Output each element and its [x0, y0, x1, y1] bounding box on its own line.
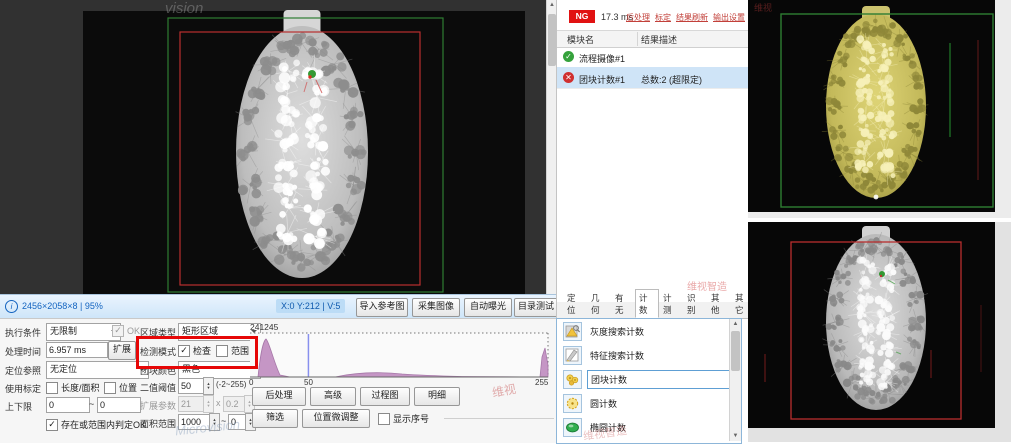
process-time-value: 6.957 ms [46, 342, 108, 358]
scroll-up-icon[interactable]: ▲ [730, 319, 741, 329]
result-row-blobcount[interactable]: ✕ 团块计数#1 总数:2 (超限定) [557, 67, 749, 89]
filter-button[interactable]: 筛选 [252, 409, 298, 428]
col-module-name: 模块名 [567, 33, 594, 46]
advanced-button[interactable]: 高级 [310, 387, 356, 406]
extend-param-input1: 21 [178, 396, 206, 412]
calib-position-checkbox[interactable]: 位置 [104, 381, 137, 394]
main-viewer[interactable]: vision [0, 0, 546, 294]
area-min-input[interactable]: 1000 [178, 414, 212, 430]
import-reference-button[interactable]: 导入参考图 [356, 298, 408, 317]
postprocess-button[interactable]: 后处理 [252, 387, 306, 406]
col-result-desc: 结果描述 [641, 33, 677, 46]
exec-condition-select[interactable]: 无限制 [46, 323, 121, 341]
scroll-down-icon[interactable]: ▼ [730, 431, 741, 441]
tab-recognize[interactable]: 识别 [683, 289, 707, 318]
threshold-range-hint: (-2~255) [216, 380, 246, 389]
scrollbar-thumb[interactable] [548, 14, 556, 66]
main-camera-image[interactable] [0, 0, 546, 294]
tilde: ~ [89, 399, 94, 409]
position-finetune-button[interactable]: 位置微调整 [302, 409, 370, 428]
thumbnail-mask-view[interactable]: 维视 [748, 0, 1011, 218]
calib-length-area-checkbox[interactable]: 长度/面积 [46, 381, 100, 394]
hist-tick-255: 255 [535, 378, 549, 385]
multiply-sign: x [216, 398, 221, 408]
scrollbar-thumb[interactable] [731, 331, 740, 371]
process-time-label: 处理时间 [5, 345, 41, 358]
gray-search-count-icon [563, 322, 582, 341]
circle-count-icon [563, 394, 582, 413]
postprocess-link[interactable]: 后处理 [626, 12, 650, 23]
process-image-button[interactable]: 过程图 [360, 387, 410, 406]
info-icon: i [5, 300, 18, 313]
image-resolution: 2456×2058×8 | 95% [22, 301, 103, 311]
thumbnail-result-view[interactable] [748, 222, 1011, 442]
tab-measure[interactable]: 计测 [659, 289, 683, 318]
tool-list-scrollbar[interactable]: ▲ ▼ [729, 319, 741, 441]
ng-status-badge: NG [569, 10, 595, 23]
tab-locate[interactable]: 定位 [563, 289, 587, 318]
tab-geometry[interactable]: 几何 [587, 289, 611, 318]
tilde2: ~ [221, 416, 226, 426]
tool-category-tabs: 定位 几何 有无 计数 计测 识别 其他 其它 [556, 302, 755, 319]
extend-spinner1: ▲▼ [203, 395, 214, 413]
area-min-spinner[interactable]: ▲▼ [209, 413, 220, 431]
result-row-camera[interactable]: ✓ 流程摄像#1 [557, 46, 749, 68]
module-name: 团块计数#1 [579, 73, 625, 86]
tool-feature-search-count[interactable]: 特征搜索计数 [557, 343, 741, 367]
expand-button[interactable]: 扩展 [108, 341, 136, 360]
threshold-spinner[interactable]: ▲▼ [203, 377, 214, 395]
module-name: 流程摄像#1 [579, 52, 625, 65]
hist-tick-0: 0 [249, 378, 254, 385]
gray-histogram: 241245 0 50 255 [246, 321, 558, 385]
show-index-checkbox[interactable]: 显示序号 [378, 412, 429, 425]
directory-test-button[interactable]: 目录测试 [514, 298, 558, 317]
fail-icon: ✕ [563, 72, 574, 83]
red-highlight-box [136, 336, 258, 369]
limit-low-input[interactable]: 0 [46, 397, 90, 413]
tool-blob-count[interactable]: 团块计数 [557, 367, 741, 391]
tab-count[interactable]: 计数 [635, 289, 659, 318]
results-panel: NG 17.3 ms 后处理 标定 结果刷新 输出设置 模块名 结果描述 ✓ 流… [556, 0, 749, 302]
limit-label: 上下限 [5, 400, 32, 413]
result-refresh-link[interactable]: 结果刷新 [676, 12, 708, 23]
feature-search-count-icon [563, 346, 582, 365]
extend-param-label: 扩展参数 [140, 399, 176, 412]
output-settings-link[interactable]: 输出设置 [713, 12, 745, 23]
divider [444, 418, 554, 419]
tab-other1[interactable]: 其他 [707, 289, 731, 318]
position-ref-label: 定位参照 [5, 364, 41, 377]
tool-circle-count[interactable]: 圆计数 [557, 391, 741, 415]
ellipse-count-icon [563, 418, 582, 437]
histogram-peak-value: 241245 [250, 322, 279, 332]
image-status-bar: i 2456×2058×8 | 95% X:0 Y:212 | V:5 导入参考… [0, 294, 556, 320]
module-result: 总数:2 (超限定) [641, 73, 702, 86]
tool-list: 灰度搜索计数 特征搜索计数 团块计数 圆计数 椭圆计数 ▲ [556, 318, 742, 444]
threshold-label: 二值阈值 [140, 381, 176, 394]
exec-condition-label: 执行条件 [5, 326, 41, 339]
tool-gray-search-count[interactable]: 灰度搜索计数 [557, 319, 741, 343]
blob-count-icon [563, 370, 582, 389]
auto-exposure-button[interactable]: 自动曝光 [464, 298, 512, 317]
tool-ellipse-count[interactable]: 椭圆计数 [557, 415, 741, 439]
judge-ok-checkbox[interactable]: 存在或范围内判定OK [46, 418, 146, 431]
capture-image-button[interactable]: 采集图像 [412, 298, 460, 317]
threshold-input[interactable]: 50 [178, 378, 206, 394]
blob-params-panel: 执行条件 无限制 OK 处理时间 6.957 ms 扩展 定位参照 无定位 使用… [0, 318, 558, 443]
tab-presence[interactable]: 有无 [611, 289, 635, 318]
position-ref-select[interactable]: 无定位 [46, 361, 149, 379]
use-calibration-label: 使用标定 [5, 382, 41, 395]
result-links: 后处理 标定 结果刷新 输出设置 [631, 12, 745, 23]
limit-high-input[interactable]: 0 [97, 397, 141, 413]
pass-icon: ✓ [563, 51, 574, 62]
hist-tick-50: 50 [304, 378, 313, 385]
detail-button[interactable]: 明细 [414, 387, 460, 406]
area-range-label: 面积范围 [140, 417, 176, 430]
cursor-coords: X:0 Y:212 | V:5 [276, 299, 345, 313]
calibration-link[interactable]: 标定 [655, 12, 671, 23]
